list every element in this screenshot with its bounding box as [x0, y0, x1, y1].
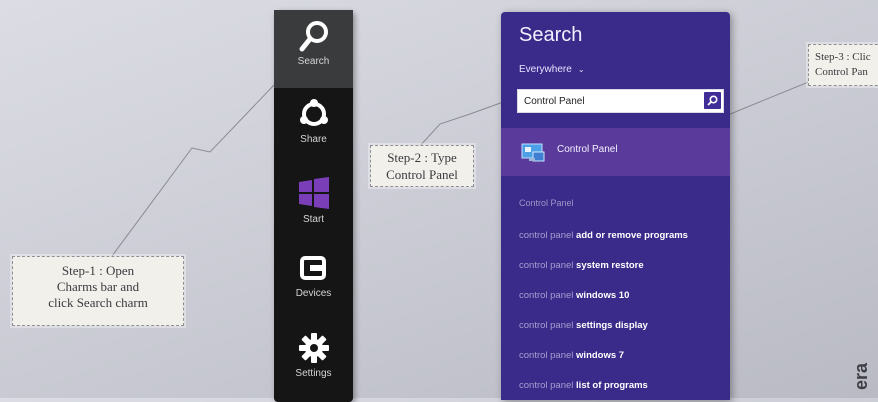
chevron-down-icon: ⌄: [577, 65, 585, 74]
suggestion-item[interactable]: control panel windows 10: [519, 290, 629, 301]
step2-line2: Control Panel: [386, 167, 458, 182]
scope-label: Everywhere: [519, 64, 572, 75]
suggestion-suffix: system restore: [576, 260, 644, 271]
suggestions-header: Control Panel: [519, 198, 574, 208]
search-button[interactable]: [704, 92, 721, 109]
pane-title: Search: [519, 24, 583, 46]
charm-search[interactable]: Search: [274, 10, 353, 88]
top-result-control-panel[interactable]: Control Panel: [501, 128, 730, 176]
step2-callout: Step-2 : Type Control Panel: [370, 145, 474, 187]
charm-label-devices: Devices: [295, 288, 332, 299]
step2-line1: Step-2 : Type: [387, 150, 457, 165]
charm-share[interactable]: Share: [274, 88, 353, 166]
suggestion-prefix: control panel: [519, 320, 574, 331]
suggestion-suffix: windows 7: [576, 350, 625, 361]
charm-devices[interactable]: Devices: [274, 244, 353, 322]
suggestion-prefix: control panel: [519, 230, 574, 241]
step1-line1: Step-1 : Open: [61, 263, 135, 278]
share-icon: [299, 99, 328, 126]
suggestion-item[interactable]: control panel settings display: [519, 320, 648, 331]
step1-line2: Charms bar and: [56, 279, 140, 294]
suggestion-item[interactable]: control panel system restore: [519, 260, 644, 271]
step1-line3: click Search charm: [48, 295, 148, 310]
suggestion-item[interactable]: control panel add or remove programs: [519, 230, 688, 241]
suggestion-suffix: add or remove programs: [576, 230, 688, 241]
charms-bar: Search Share Start Devices Settings: [274, 10, 353, 402]
charm-label-settings: Settings: [295, 368, 332, 379]
suggestion-suffix: list of programs: [576, 380, 648, 391]
suggestion-prefix: control panel: [519, 350, 574, 361]
search-pane: Search Everywhere ⌄ Control Panel Control…: [501, 12, 730, 400]
devices-icon: [299, 256, 326, 280]
search-input[interactable]: [522, 92, 696, 110]
windows-logo-icon: [298, 177, 329, 209]
charm-label-search: Search: [297, 56, 330, 67]
charm-label-share: Share: [300, 134, 327, 145]
suggestion-suffix: windows 10: [576, 290, 630, 301]
suggestion-prefix: control panel: [519, 290, 574, 301]
step3-line1: Step-3 : Clic: [815, 51, 871, 63]
suggestion-suffix: settings display: [576, 320, 648, 331]
suggestion-prefix: control panel: [519, 260, 574, 271]
search-icon: [299, 21, 328, 52]
step3-callout: Step-3 : Clic Control Pan: [808, 44, 878, 86]
search-scope-dropdown[interactable]: Everywhere ⌄: [519, 64, 585, 75]
charm-settings[interactable]: Settings: [274, 322, 353, 400]
step1-callout: Step-1 : Open Charms bar and click Searc…: [12, 256, 184, 326]
suggestion-item[interactable]: control panel windows 7: [519, 350, 624, 361]
watermark: era: [851, 362, 871, 390]
suggestion-prefix: control panel: [519, 380, 574, 391]
step3-line2: Control Pan: [815, 66, 868, 78]
search-box: [517, 89, 724, 113]
gear-icon: [298, 333, 329, 363]
charm-label-start: Start: [302, 214, 325, 225]
callout-connectors: [111, 61, 829, 257]
suggestion-item[interactable]: control panel list of programs: [519, 380, 648, 391]
search-icon: [707, 95, 718, 106]
charm-start[interactable]: Start: [274, 166, 353, 244]
control-panel-icon: [521, 143, 545, 162]
top-result-label: Control Panel: [557, 144, 618, 155]
